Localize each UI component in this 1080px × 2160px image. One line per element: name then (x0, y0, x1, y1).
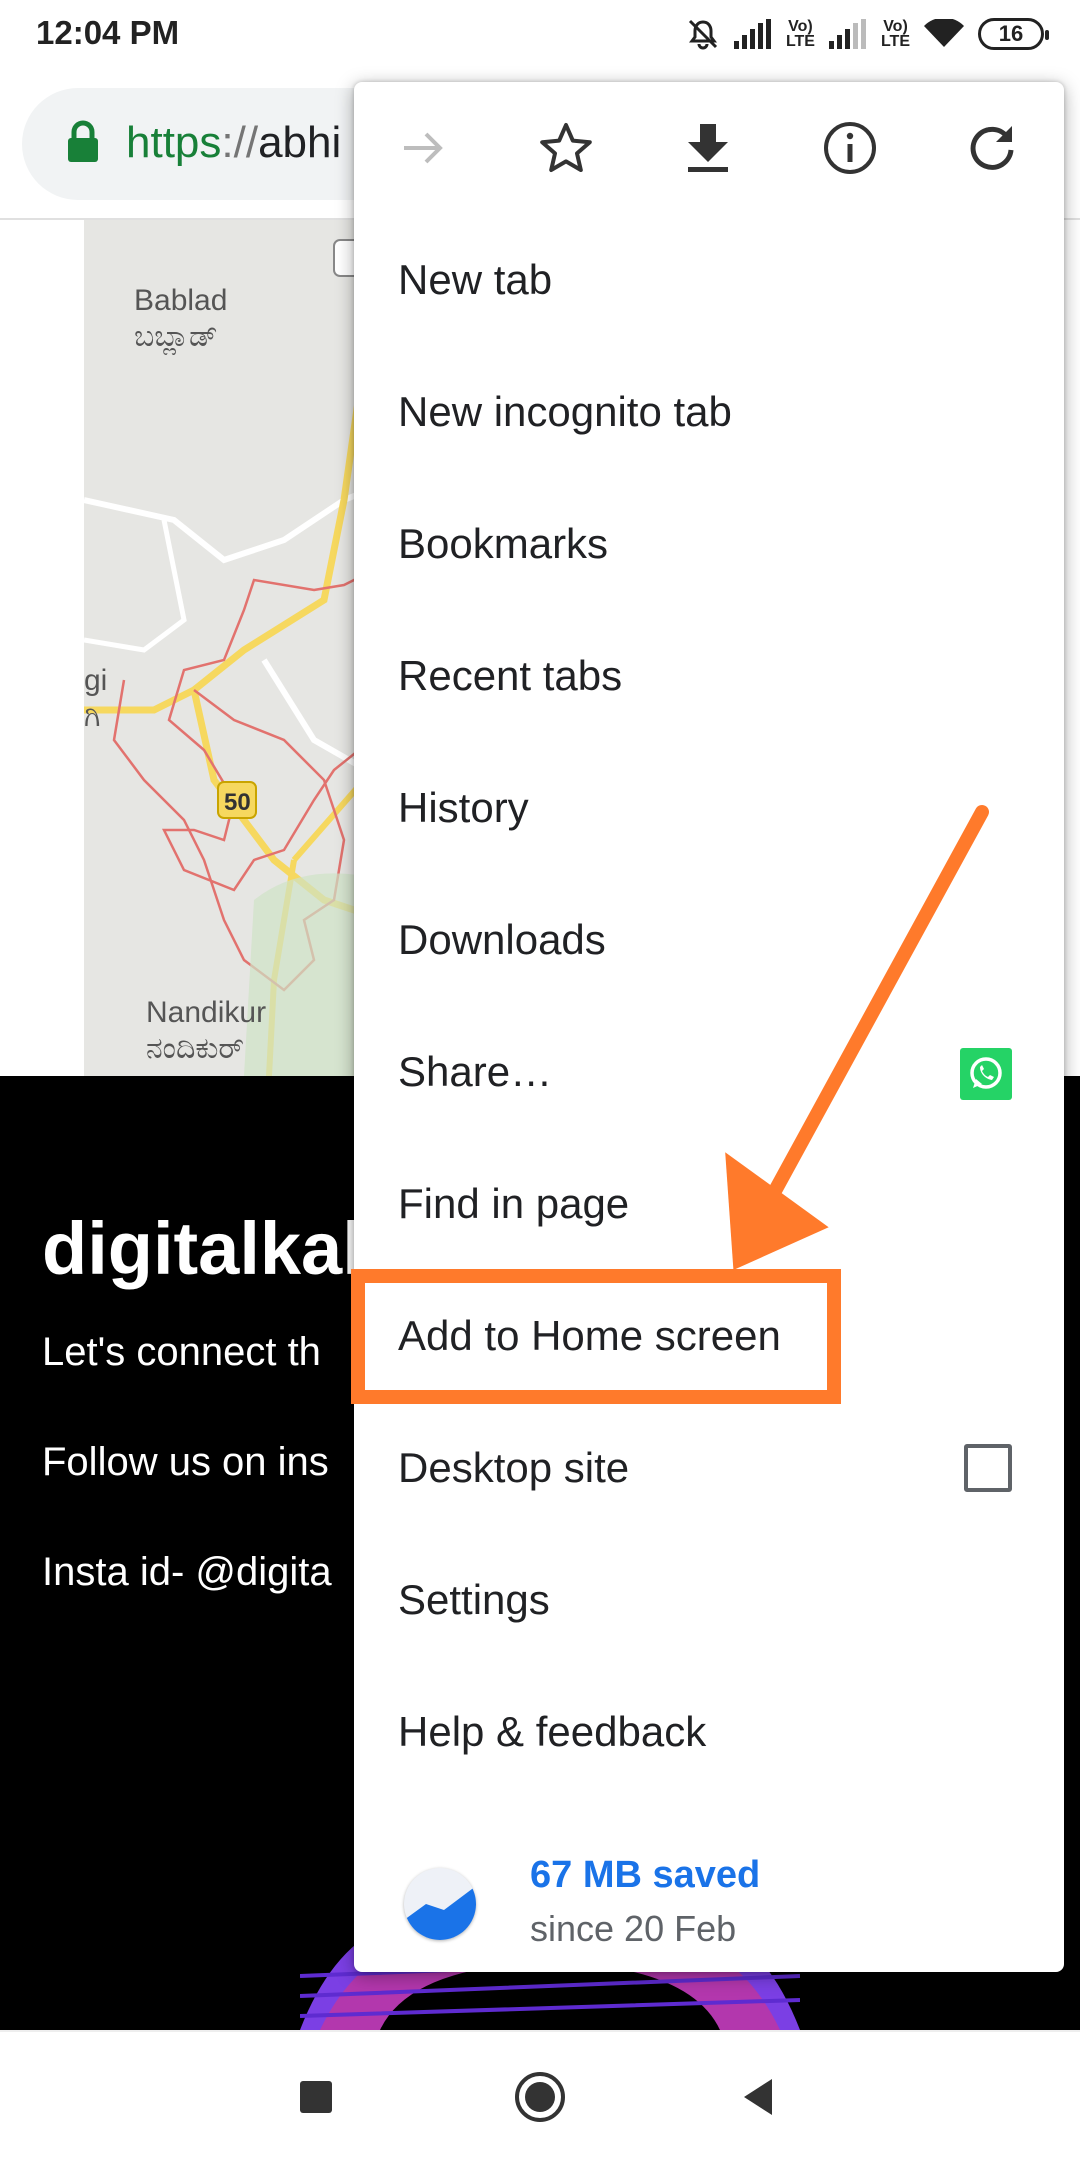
desktop-site-checkbox[interactable] (964, 1444, 1012, 1492)
forward-icon (404, 132, 443, 164)
signal-icon (733, 19, 772, 49)
menu-item-label: History (398, 784, 529, 831)
bookmark-star-icon (540, 123, 592, 172)
menu-item-label: New incognito tab (398, 388, 732, 435)
road-number-50: 50 (224, 789, 251, 816)
menu-item-label: Share… (398, 1048, 553, 1095)
menu-item-downloads[interactable]: Downloads (354, 874, 1064, 1006)
wifi-icon (924, 19, 964, 49)
menu-item-new-incognito-tab[interactable]: New incognito tab (354, 346, 1064, 478)
data-saver-summary[interactable]: 67 MB saved since 20 Feb (354, 1840, 1064, 1972)
menu-item-desktop-site[interactable]: Desktop site (354, 1402, 1064, 1534)
map-label-text: Bablad (134, 284, 228, 317)
menu-item-label: Bookmarks (398, 520, 609, 567)
home-circle-icon (515, 2072, 565, 2122)
recents-square-icon (300, 2081, 332, 2113)
url-host: abhi (258, 118, 342, 167)
download-button[interactable] (672, 112, 744, 184)
map-label-text: ನಂದಿಕುರ್ (146, 1032, 244, 1065)
forward-button[interactable] (388, 112, 460, 184)
lte-badge: Vo) LTE (785, 18, 815, 50)
url-separator: :// (221, 118, 259, 167)
menu-item-label: Desktop site (398, 1444, 630, 1491)
highlight-box (351, 1269, 841, 1404)
menu-item-share[interactable]: Share… (354, 1006, 1064, 1138)
url-scheme: https (126, 118, 222, 167)
page-info-button[interactable] (814, 112, 886, 184)
map-label-edge: gi ಗಿ (84, 663, 107, 735)
refresh-icon (970, 126, 1014, 170)
lock-icon (66, 120, 100, 169)
lte-badge: Vo) LTE (880, 18, 910, 50)
menu-item-label: Find in page (398, 1180, 630, 1227)
menu-item-new-tab[interactable]: New tab (354, 214, 1064, 346)
recents-button[interactable] (281, 2062, 351, 2132)
menu-item-label: Recent tabs (398, 652, 623, 699)
data-saved-since: since 20 Feb (530, 1908, 737, 1949)
menu-item-label: Settings (398, 1576, 550, 1623)
footer-line: Follow us on ins (42, 1440, 329, 1484)
menu-item-history[interactable]: History (354, 742, 1064, 874)
footer-line: Let's connect th (42, 1330, 321, 1374)
menu-item-settings[interactable]: Settings (354, 1534, 1064, 1666)
refresh-button[interactable] (956, 112, 1028, 184)
signal-icon (828, 19, 867, 49)
menu-item-label: Downloads (398, 916, 606, 963)
menu-item-find-in-page[interactable]: Find in page (354, 1138, 1064, 1270)
mute-icon (686, 17, 720, 51)
whatsapp-icon (970, 1057, 1002, 1089)
status-time: 12:04 PM (36, 14, 180, 51)
system-nav-bar (0, 2030, 1080, 2160)
menu-item-recent-tabs[interactable]: Recent tabs (354, 610, 1064, 742)
back-triangle-icon (744, 2079, 772, 2115)
map-label-text: gi (84, 664, 108, 697)
footer-title: digitalkal (42, 1207, 363, 1290)
map-label-text: ಬಬ್ಲಾಡ್ (134, 320, 218, 353)
bookmark-button[interactable] (530, 112, 602, 184)
status-icons: Vo) LTE Vo) LTE 16 (686, 14, 1049, 54)
map-label-nandikur: Nandikur ನಂದಿಕುರ್ (146, 995, 266, 1067)
menu-item-label: New tab (398, 256, 553, 303)
home-button[interactable] (505, 2062, 575, 2132)
menu-item-label: Help & feedback (398, 1708, 707, 1755)
menu-item-bookmarks[interactable]: Bookmarks (354, 478, 1064, 610)
data-saver-chart-icon (404, 1868, 476, 1940)
download-icon (688, 124, 728, 172)
menu-action-row (354, 82, 1064, 214)
map-label-bablad: Bablad ಬಬ್ಲಾಡ್ (134, 283, 227, 355)
url-text: https://abhi (126, 118, 341, 168)
info-icon (824, 122, 876, 174)
map-label-text: Nandikur (146, 996, 267, 1029)
status-bar: 12:04 PM Vo) LTE Vo) LTE 16 (0, 0, 1080, 66)
menu-item-help-feedback[interactable]: Help & feedback (354, 1666, 1064, 1798)
whatsapp-share-button[interactable] (960, 1048, 1012, 1100)
map-label-text: ಗಿ (84, 700, 101, 733)
footer-line: Insta id- @digita (42, 1550, 332, 1594)
chrome-overflow-menu: New tab New incognito tab Bookmarks Rece… (354, 82, 1064, 1972)
back-button[interactable] (725, 2062, 795, 2132)
battery-icon: 16 (978, 18, 1049, 50)
data-saved-amount: 67 MB saved (530, 1854, 761, 1896)
